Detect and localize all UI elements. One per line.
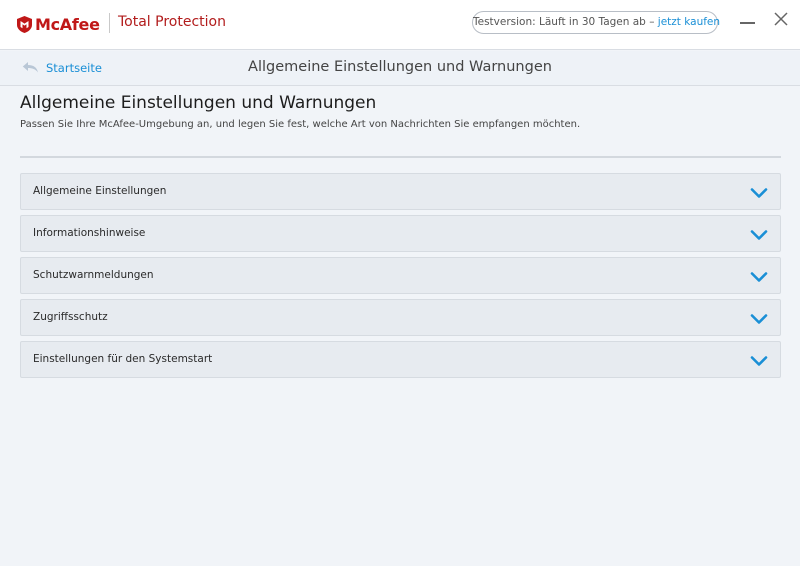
- accordion-access-protection[interactable]: Zugriffsschutz: [20, 299, 781, 336]
- accordion-protection-alerts[interactable]: Schutzwarnmeldungen: [20, 257, 781, 294]
- minimize-icon[interactable]: [740, 22, 755, 24]
- accordion-label: Allgemeine Einstellungen: [33, 185, 167, 197]
- page-subtitle: Passen Sie Ihre McAfee-Umgebung an, und …: [20, 119, 581, 130]
- mcafee-logo: McAfee: [17, 14, 100, 34]
- accordion-startup-settings[interactable]: Einstellungen für den Systemstart: [20, 341, 781, 378]
- mcafee-shield-icon: [17, 15, 32, 33]
- section-divider: [20, 156, 781, 158]
- accordion-label: Schutzwarnmeldungen: [33, 269, 154, 281]
- product-name: Total Protection: [118, 14, 226, 30]
- chevron-down-icon[interactable]: [750, 271, 768, 283]
- buy-now-link[interactable]: jetzt kaufen: [658, 16, 720, 28]
- chevron-down-icon[interactable]: [750, 313, 768, 325]
- logo-divider: [109, 13, 110, 33]
- chevron-down-icon[interactable]: [750, 355, 768, 367]
- accordion-general-settings[interactable]: Allgemeine Einstellungen: [20, 173, 781, 210]
- accordion-label: Zugriffsschutz: [33, 311, 108, 323]
- chevron-down-icon[interactable]: [750, 229, 768, 241]
- brand-name: McAfee: [35, 14, 100, 34]
- trial-status-text: Testversion: Läuft in 30 Tagen ab –: [473, 16, 658, 28]
- chevron-down-icon[interactable]: [750, 187, 768, 199]
- nav-title: Allgemeine Einstellungen und Warnungen: [248, 59, 552, 75]
- trial-status-badge: Testversion: Läuft in 30 Tagen ab – jetz…: [472, 11, 720, 34]
- title-bar: McAfee Total Protection Testversion: Läu…: [0, 0, 800, 50]
- close-icon[interactable]: [772, 10, 790, 28]
- navigation-bar: Startseite Allgemeine Einstellungen und …: [0, 51, 800, 86]
- accordion-information-notices[interactable]: Informationshinweise: [20, 215, 781, 252]
- accordion-label: Informationshinweise: [33, 227, 146, 239]
- page-title: Allgemeine Einstellungen und Warnungen: [20, 93, 377, 113]
- accordion-label: Einstellungen für den Systemstart: [33, 353, 213, 365]
